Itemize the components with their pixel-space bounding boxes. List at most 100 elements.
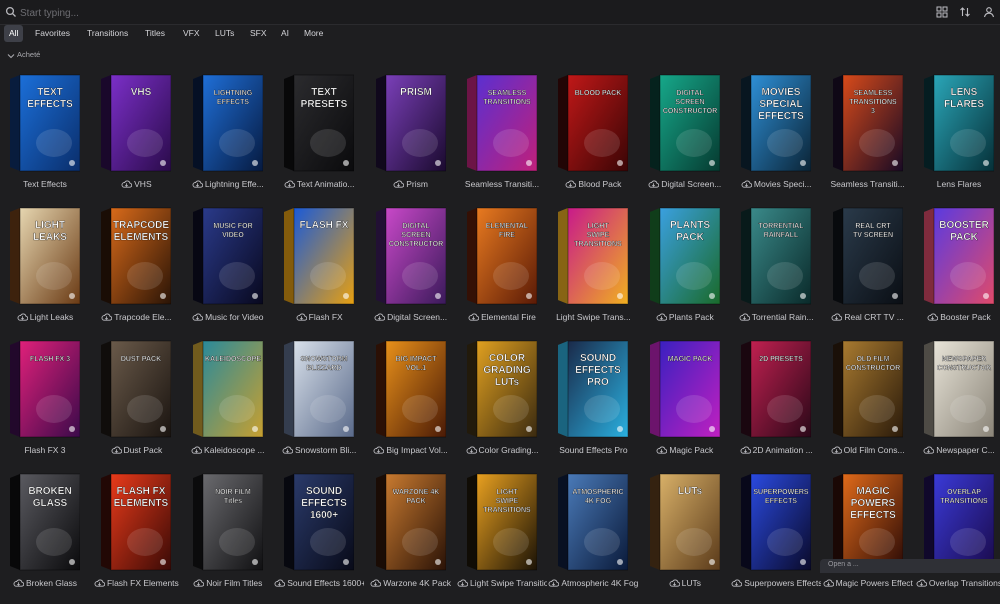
account-icon[interactable] [983,6,995,18]
svg-text:LIGHTNING: LIGHTNING [214,90,253,97]
cloud-download-icon[interactable] [373,446,385,454]
tab-ai[interactable]: AI [276,25,294,42]
product-card[interactable]: SEAMLESS TRANSITIONS 3 Seamless Transiti... [823,73,913,205]
tab-more[interactable]: More [299,25,328,42]
cloud-download-icon[interactable] [192,180,203,188]
cloud-download-icon[interactable] [121,180,133,188]
product-card[interactable]: SOUND EFFECTS PRO Sound Effects Pro [548,339,638,471]
product-card[interactable]: BIG IMPACT VOL.1 Big Impact Vol... [366,339,456,471]
product-card[interactable]: LENS FLARES Lens Flares [914,73,1000,205]
product-card[interactable]: LIGHT LEAKS Light Leaks [0,206,90,338]
cloud-download-icon[interactable] [923,446,935,454]
svg-text:BOOSTER: BOOSTER [939,220,989,231]
product-card[interactable]: DIGITAL SCREEN CONSTRUCTOR Digital Screen..… [366,206,456,338]
product-card[interactable]: TORRENTIAL RAINFALL Torrential Rain... [731,206,821,338]
product-card[interactable]: COLOR GRADING LUTs Color Grading... [457,339,547,471]
search-input[interactable] [18,3,722,23]
product-card[interactable]: MOVIES SPECIAL EFFECTS Movies Speci... [731,73,821,205]
product-card[interactable]: LUTs LUTs [640,472,730,604]
cloud-download-icon[interactable] [274,579,286,587]
cloud-download-icon[interactable] [393,180,405,188]
cloud-download-icon[interactable] [284,180,295,188]
cloud-download-icon[interactable] [94,579,105,587]
tab-vfx[interactable]: VFX [178,25,205,42]
cloud-download-icon[interactable] [296,313,307,321]
product-card[interactable]: BROKEN GLASS Broken Glass [0,472,90,604]
product-card[interactable]: SUPERPOWERS EFFECTS Superpowers Effects [731,472,821,604]
cloud-download-icon[interactable] [741,180,752,188]
tab-titles[interactable]: Titles [140,25,170,42]
grid-view-icon[interactable] [936,6,948,18]
tab-all[interactable]: All [4,25,24,42]
sort-icon[interactable] [959,6,971,18]
product-card[interactable]: MUSIC FOR VIDEO Music for Video [183,206,273,338]
product-card[interactable]: MAGIC POWERS EFFECTS Magic Powers Effects [823,472,913,604]
svg-text:LUTs: LUTs [495,377,520,388]
product-card[interactable]: MAGIC PACK Magic Pack [640,339,730,471]
product-card[interactable]: KALEIDOSCOPE Kaleidoscope ... [183,339,273,471]
cloud-download-icon[interactable] [374,313,386,321]
product-card[interactable]: BOOSTER PACK Booster Pack [914,206,1000,338]
product-card[interactable]: NOIR FILM Titles Noir Film Titles [183,472,273,604]
tab-sfx[interactable]: SFX [245,25,272,42]
cloud-download-icon[interactable] [831,446,842,454]
tab-luts[interactable]: LUTs [210,25,239,42]
product-card[interactable]: REAL CRT TV SCREEN Real CRT TV ... [823,206,913,338]
product-card[interactable]: VHS VHS [91,73,181,205]
cloud-download-icon[interactable] [740,446,751,454]
cloud-download-icon[interactable] [565,180,577,188]
cloud-download-icon[interactable] [191,446,203,454]
product-card[interactable]: FLASH FX ELEMENTS Flash FX Elements [91,472,181,604]
product-card[interactable]: SNOWSTORM BLIZZARD Snowstorm Bli... [274,339,364,471]
cloud-download-icon[interactable] [370,579,382,587]
tab-transitions[interactable]: Transitions [82,25,133,42]
cloud-download-icon[interactable] [101,313,113,321]
product-card[interactable]: LIGHT SWIPE TRANSITIONS Light Swipe Trans..… [548,206,638,338]
cloud-download-icon[interactable] [916,579,927,587]
product-card[interactable]: BLOOD PACK Blood Pack [548,73,638,205]
cloud-download-icon[interactable] [656,446,668,454]
product-card[interactable]: ATMOSPHERIC 4K FOG Atmospheric 4K Fog [548,472,638,604]
cloud-download-icon[interactable] [669,579,680,587]
product-card[interactable]: OLD FILM CONSTRUCTOR Old Film Cons... [823,339,913,471]
product-card[interactable]: NEWSPAPER CONSTRUCTOR Newspaper C... [914,339,1000,471]
cloud-download-icon[interactable] [831,313,843,321]
product-card[interactable]: PLANTS PACK Plants Pack [640,206,730,338]
cloud-download-icon[interactable] [13,579,24,587]
product-card[interactable]: DUST PACK Dust Pack [91,339,181,471]
cloud-download-icon[interactable] [466,446,477,454]
cloud-download-icon[interactable] [656,313,667,321]
product-card[interactable]: TEXT EFFECTS Text Effects [0,73,90,205]
product-card[interactable]: 2D PRESETS 2D Animation ... [731,339,821,471]
cloud-download-icon[interactable] [927,313,939,321]
cloud-download-icon[interactable] [193,579,205,587]
cloud-download-icon[interactable] [282,446,293,454]
cloud-download-icon[interactable] [192,313,204,321]
product-card[interactable]: SEAMLESS TRANSITIONS Seamless Transiti... [457,73,547,205]
product-card[interactable]: WARZONE 4K PACK Warzone 4K Pack [366,472,456,604]
product-card[interactable]: TRAPCODE ELEMENTS Trapcode Ele... [91,206,181,338]
product-card[interactable]: DIGITAL SCREEN CONSTRUCTOR Digital Screen..… [640,73,730,205]
product-card[interactable]: LIGHTNING EFFECTS Lightning Effe... [183,73,273,205]
product-card[interactable]: FLASH FX 3 Flash FX 3 [0,339,90,471]
cloud-download-icon[interactable] [739,313,750,321]
product-card[interactable]: TEXT PRESETS Text Animatio... [274,73,364,205]
cloud-download-icon[interactable] [731,579,743,587]
product-card[interactable]: ELEMENTAL FIRE Elemental Fire [457,206,547,338]
svg-text:EFFECTS: EFFECTS [765,498,797,505]
cloud-download-icon[interactable] [111,446,122,454]
cloud-download-icon[interactable] [457,579,468,587]
product-name: Flash FX 3 [24,445,66,455]
product-card[interactable]: SOUND EFFECTS 1600+ Sound Effects 1600+ [274,472,364,604]
cloud-download-icon[interactable] [823,579,834,587]
cloud-download-icon[interactable] [548,579,560,587]
product-card[interactable]: FLASH FX Flash FX [274,206,364,338]
product-card[interactable]: PRISM Prism [366,73,456,205]
product-card[interactable]: LIGHT SWIPE TRANSITIONS Light Swipe Transit… [457,472,547,604]
product-card[interactable]: OVERLAP TRANSITIONS Overlap Transitions [914,472,1000,604]
cloud-download-icon[interactable] [17,313,28,321]
cloud-download-icon[interactable] [468,313,480,321]
tab-favorites[interactable]: Favorites [30,25,75,42]
section-header[interactable]: Acheté [0,49,1000,63]
cloud-download-icon[interactable] [648,180,660,188]
